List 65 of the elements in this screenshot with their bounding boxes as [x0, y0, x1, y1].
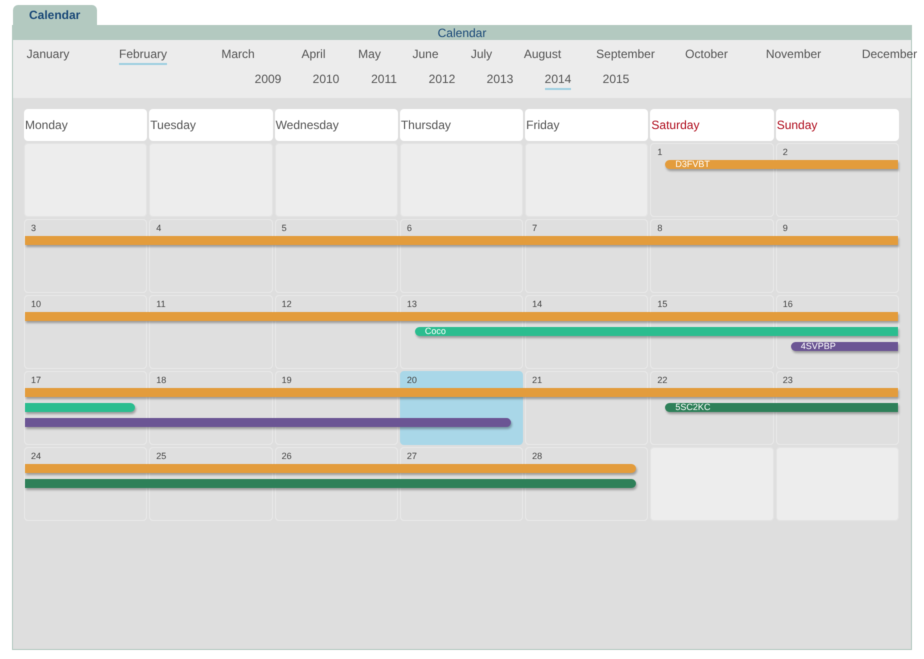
day-number: 24 [31, 451, 42, 461]
day-number: 13 [406, 299, 417, 309]
day-number: 12 [282, 299, 292, 309]
weekday-header: Friday [525, 109, 648, 141]
calendar-tab[interactable]: Calendar [13, 5, 97, 25]
year-link[interactable]: 2013 [486, 71, 514, 90]
day-number: 2 [782, 147, 788, 157]
month-link[interactable]: September [596, 46, 655, 65]
month-link[interactable]: June [412, 46, 439, 65]
day-number: 14 [532, 299, 542, 309]
weekday-header: Thursday [400, 109, 524, 141]
year-link[interactable]: 2015 [602, 71, 630, 90]
day-number: 15 [657, 299, 668, 309]
year-link[interactable]: 2014 [544, 71, 572, 90]
event-bar[interactable] [25, 236, 898, 245]
day-number: 28 [532, 451, 542, 461]
day-number: 4 [156, 223, 162, 233]
day-number: 5 [282, 223, 287, 233]
year-link[interactable]: 2010 [312, 71, 340, 90]
year-link[interactable]: 2009 [254, 71, 282, 90]
day-number: 18 [156, 375, 166, 385]
day-number: 8 [657, 223, 662, 233]
day-number: 21 [532, 375, 542, 385]
event-bar[interactable]: 4SVPBP [790, 342, 898, 351]
weekday-header: Wednesday [274, 109, 398, 141]
event-bar[interactable] [25, 403, 136, 412]
day-number: 20 [406, 375, 417, 385]
day-number: 6 [406, 223, 412, 233]
day-number: 1 [657, 147, 662, 157]
weekday-header: Tuesday [149, 109, 273, 141]
month-link[interactable]: March [221, 46, 255, 65]
day-number: 16 [782, 299, 793, 309]
year-link[interactable]: 2011 [371, 71, 397, 90]
day-number: 19 [282, 375, 292, 385]
month-link[interactable]: February [118, 46, 168, 65]
day-number: 17 [31, 375, 42, 385]
event-bar[interactable]: 5SC2KC [665, 403, 898, 412]
month-link[interactable]: January [26, 46, 70, 65]
month-link[interactable]: July [470, 46, 492, 65]
year-link[interactable]: 2012 [428, 71, 456, 90]
event-bar[interactable] [25, 464, 636, 473]
month-link[interactable]: October [685, 46, 728, 65]
day-number: 27 [406, 451, 417, 461]
month-link[interactable]: August [524, 46, 562, 65]
event-bar[interactable] [25, 388, 898, 397]
month-link[interactable]: December [862, 46, 918, 65]
weekday-header: Sunday [776, 109, 899, 141]
day-number: 7 [532, 223, 538, 233]
day-number: 9 [782, 223, 788, 233]
month-link[interactable]: April [301, 46, 326, 65]
panel-title: Calendar [438, 26, 486, 40]
event-bar[interactable] [25, 312, 898, 321]
day-number: 3 [31, 223, 36, 233]
month-link[interactable]: November [766, 46, 822, 65]
event-bar[interactable] [25, 479, 636, 488]
month-link[interactable]: May [358, 46, 381, 65]
day-number: 22 [657, 375, 668, 385]
day-number: 23 [782, 375, 793, 385]
event-bar[interactable] [25, 418, 512, 427]
day-number: 10 [31, 299, 42, 309]
weekday-header: Saturday [650, 109, 774, 141]
day-number: 26 [282, 451, 292, 461]
day-number: 11 [156, 299, 166, 309]
weekday-header: Monday [24, 109, 148, 141]
day-number: 25 [156, 451, 166, 461]
